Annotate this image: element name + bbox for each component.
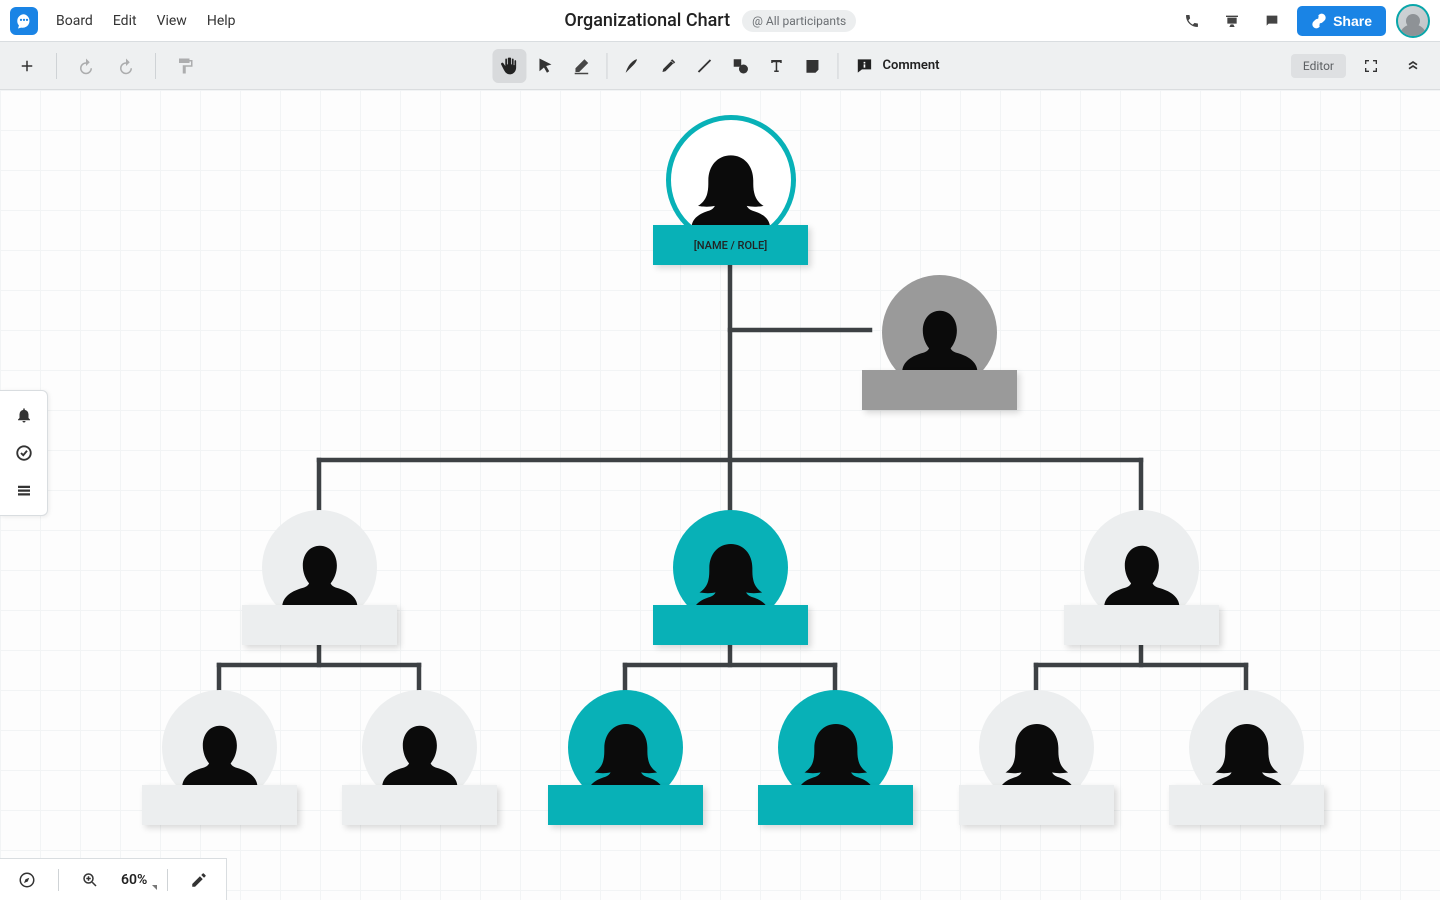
org-node-c3[interactable] [1064,510,1219,645]
eraser-tool[interactable] [564,49,598,83]
link-icon [1311,13,1327,29]
note-tool[interactable] [795,49,829,83]
share-button[interactable]: Share [1297,6,1386,36]
separator [837,53,838,79]
navigator-button[interactable] [10,863,44,897]
marker-tool[interactable] [651,49,685,83]
org-node-c2a-label [548,785,703,825]
left-tray [0,390,48,516]
menu-view[interactable]: View [149,7,195,35]
separator [155,53,156,79]
edit-mode-button[interactable] [182,863,216,897]
call-icon[interactable] [1177,6,1207,36]
select-tool[interactable] [528,49,562,83]
fullscreen-button[interactable] [1354,49,1388,83]
comment-button[interactable]: Comment [846,50,947,82]
format-painter-button[interactable] [168,49,202,83]
list-button[interactable] [6,473,42,509]
org-node-c1b-label [342,785,497,825]
app-logo[interactable] [10,7,38,35]
toolbar: Comment Editor [0,42,1440,90]
menu-help[interactable]: Help [199,7,244,35]
org-node-c1a-label [142,785,297,825]
document-title[interactable]: Organizational Chart [564,10,730,31]
text-tool[interactable] [759,49,793,83]
org-node-c1[interactable] [242,510,397,645]
org-node-root-label: [NAME / ROLE] [653,225,808,265]
bottom-bar: 60% [0,858,227,900]
chat-icon[interactable] [1257,6,1287,36]
org-node-c3a-label [959,785,1114,825]
shape-tool[interactable] [723,49,757,83]
participants-pill[interactable]: @ All participants [742,10,856,32]
collapse-button[interactable] [1396,49,1430,83]
separator [58,869,59,891]
line-tool[interactable] [687,49,721,83]
share-button-label: Share [1333,13,1372,29]
separator [167,869,168,891]
org-node-c3b-label [1169,785,1324,825]
zoom-button[interactable] [73,863,107,897]
zoom-level[interactable]: 60% [115,872,153,888]
undo-button[interactable] [69,49,103,83]
org-node-assistant-label [862,370,1017,410]
comment-button-label: Comment [882,58,939,73]
user-avatar[interactable] [1396,4,1430,38]
org-node-root[interactable]: [NAME / ROLE] [653,115,808,265]
menu-edit[interactable]: Edit [105,7,145,35]
org-node-c1b[interactable] [342,690,497,825]
add-button[interactable] [10,49,44,83]
org-node-c1a[interactable] [142,690,297,825]
org-node-c3b[interactable] [1169,690,1324,825]
pen-tool[interactable] [615,49,649,83]
separator [56,53,57,79]
separator [606,53,607,79]
org-node-c3-label [1064,605,1219,645]
canvas[interactable]: [NAME / ROLE] [0,90,1440,900]
redo-button[interactable] [109,49,143,83]
org-node-c2b-label [758,785,913,825]
org-node-assistant[interactable] [862,275,1017,410]
org-node-c2-label [653,605,808,645]
tasks-button[interactable] [6,435,42,471]
present-icon[interactable] [1217,6,1247,36]
org-node-c1-label [242,605,397,645]
menu-board[interactable]: Board [48,7,101,35]
org-node-c2b[interactable] [758,690,913,825]
menubar: Board Edit View Help Organizational Char… [0,0,1440,42]
editor-badge[interactable]: Editor [1291,54,1346,78]
org-node-c3a[interactable] [959,690,1114,825]
hand-tool[interactable] [492,49,526,83]
notifications-button[interactable] [6,397,42,433]
org-node-c2[interactable] [653,510,808,645]
comment-icon [854,56,874,76]
org-node-c2a[interactable] [548,690,703,825]
